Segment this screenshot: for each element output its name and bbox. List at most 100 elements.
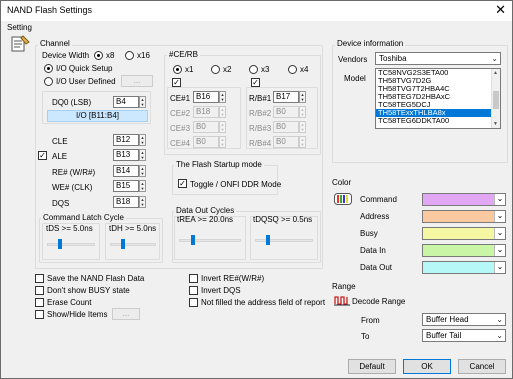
vendors-label: Vendors bbox=[338, 55, 368, 64]
rb3-label: R/B#3 bbox=[249, 124, 272, 133]
ce3-field[interactable]: B0 bbox=[193, 121, 219, 133]
chevron-down-icon: ⌄ bbox=[494, 194, 505, 205]
ce-x2-radio[interactable] bbox=[211, 65, 220, 74]
ce3-spinner[interactable]: ▲ ▼ bbox=[219, 121, 226, 133]
decode-range-icon bbox=[334, 296, 350, 306]
show-hide-items-checkbox[interactable] bbox=[35, 310, 44, 319]
not-filled-address-checkbox[interactable] bbox=[189, 298, 198, 307]
re-field[interactable]: B14 bbox=[113, 165, 139, 177]
rb-checkbox[interactable]: ✓ bbox=[251, 78, 260, 87]
ce4-spinner[interactable]: ▲ ▼ bbox=[219, 136, 226, 148]
tdqsq-slider[interactable] bbox=[266, 235, 270, 245]
range-from-combobox[interactable]: Buffer Head ⌄ bbox=[422, 313, 506, 326]
tdh-slider-track[interactable] bbox=[110, 243, 156, 246]
dont-show-busy-checkbox[interactable] bbox=[35, 286, 44, 295]
dataout-group-title: Data Out Cycles bbox=[174, 206, 237, 215]
range-to-combobox[interactable]: Buffer Tail ⌄ bbox=[422, 329, 506, 342]
range-from-label: From bbox=[361, 316, 380, 325]
tds-slider-track[interactable] bbox=[47, 243, 95, 246]
we-spinner[interactable]: ▲ ▼ bbox=[139, 180, 146, 192]
tab-setting-label: Setting bbox=[7, 23, 32, 32]
we-field[interactable]: B15 bbox=[113, 180, 139, 192]
color-palette-icon bbox=[334, 193, 352, 205]
range-from-value: Buffer Head bbox=[426, 315, 469, 324]
erase-count-checkbox[interactable] bbox=[35, 298, 44, 307]
toggle-onfi-checkbox[interactable]: ✓ bbox=[178, 179, 187, 188]
color-picker-address[interactable]: ⌄ bbox=[422, 210, 506, 223]
rb4-field[interactable]: B0 bbox=[273, 136, 299, 148]
tds-slider[interactable] bbox=[58, 239, 62, 249]
dqs-spinner[interactable]: ▲ ▼ bbox=[139, 196, 146, 208]
ce-x3-radio[interactable] bbox=[249, 65, 258, 74]
ce2-field[interactable]: B18 bbox=[193, 106, 219, 118]
cancel-button[interactable]: Cancel bbox=[458, 359, 506, 374]
rb2-field[interactable]: B0 bbox=[273, 106, 299, 118]
dqs-field[interactable]: B18 bbox=[113, 196, 139, 208]
save-nand-data-checkbox[interactable] bbox=[35, 274, 44, 283]
ce-checkbox[interactable]: ✓ bbox=[172, 78, 181, 87]
ok-button[interactable]: OK bbox=[403, 359, 451, 374]
ce4-field[interactable]: B0 bbox=[193, 136, 219, 148]
rb3-field[interactable]: B0 bbox=[273, 121, 299, 133]
trea-slider-track[interactable] bbox=[179, 239, 241, 242]
show-hide-items-label: Show/Hide Items bbox=[47, 310, 108, 319]
show-hide-items-button[interactable]: ... bbox=[112, 308, 140, 320]
io-user-defined-button[interactable]: ... bbox=[121, 75, 153, 87]
decode-range-label: Decode Range bbox=[352, 297, 406, 306]
dq0-spinner[interactable]: ▲ ▼ bbox=[139, 96, 146, 108]
ale-checkbox[interactable]: ✓ bbox=[38, 151, 47, 160]
model-list-scrollbar[interactable]: ▲ ▼ bbox=[491, 69, 500, 128]
latch-group-title: Command Latch Cycle bbox=[41, 213, 126, 222]
tdqsq-slider-track[interactable] bbox=[255, 239, 313, 242]
invert-dqs-checkbox[interactable] bbox=[189, 286, 198, 295]
rb1-spinner[interactable]: ▲ ▼ bbox=[299, 91, 306, 103]
rb4-spinner[interactable]: ▲ ▼ bbox=[299, 136, 306, 148]
ce-x2-label: x2 bbox=[223, 65, 232, 74]
ce2-spinner[interactable]: ▲ ▼ bbox=[219, 106, 226, 118]
cle-label: CLE bbox=[52, 137, 68, 146]
invert-re-checkbox[interactable] bbox=[189, 274, 198, 283]
x8-radio[interactable] bbox=[94, 51, 103, 60]
tdqsq-label: tDQSQ >= 0.5ns bbox=[253, 215, 313, 224]
ce-x1-radio[interactable] bbox=[173, 65, 182, 74]
ce1-spinner[interactable]: ▲ ▼ bbox=[219, 91, 226, 103]
cle-spinner[interactable]: ▲ ▼ bbox=[139, 134, 146, 146]
ale-spinner[interactable]: ▲ ▼ bbox=[139, 149, 146, 161]
toggle-onfi-label: Toggle / ONFI DDR Mode bbox=[190, 180, 282, 189]
ce-x4-radio[interactable] bbox=[288, 65, 297, 74]
rb3-spinner[interactable]: ▲ ▼ bbox=[299, 121, 306, 133]
color-picker-command[interactable]: ⌄ bbox=[422, 193, 506, 206]
rb2-spinner[interactable]: ▲ ▼ bbox=[299, 106, 306, 118]
nand-flash-settings-dialog: NAND Flash Settings ✕ Setting Channel De… bbox=[0, 0, 513, 379]
rb1-field[interactable]: B17 bbox=[273, 91, 299, 103]
io-quick-setup-radio[interactable] bbox=[44, 64, 53, 73]
re-spinner[interactable]: ▲ ▼ bbox=[139, 165, 146, 177]
chevron-down-icon: ⌄ bbox=[496, 331, 503, 340]
io-user-defined-radio[interactable] bbox=[44, 77, 53, 86]
model-listbox[interactable]: TC58NVG2S3ETA00 TH58TVG7D2G TH58TVG7T2HBA4… bbox=[375, 68, 501, 129]
x16-radio[interactable] bbox=[125, 51, 134, 60]
scroll-down-icon[interactable]: ▼ bbox=[493, 121, 498, 127]
ale-field[interactable]: B13 bbox=[113, 149, 139, 161]
default-button[interactable]: Default bbox=[348, 359, 396, 374]
color-picker-data-out[interactable]: ⌄ bbox=[422, 261, 506, 274]
ce1-label: CE#1 bbox=[170, 94, 191, 103]
vendors-combobox[interactable]: Toshiba ⌄ bbox=[375, 52, 501, 65]
trea-slider[interactable] bbox=[191, 235, 195, 245]
cle-field[interactable]: B12 bbox=[113, 134, 139, 146]
color-picker-busy[interactable]: ⌄ bbox=[422, 227, 506, 240]
model-list-item[interactable]: TC58TEG6DDKTA00 bbox=[376, 117, 500, 125]
color-picker-data-in[interactable]: ⌄ bbox=[422, 244, 506, 257]
invert-re-label: Invert RE#(W/R#) bbox=[201, 274, 265, 283]
ale-label: ALE bbox=[52, 152, 68, 161]
tdh-slider[interactable] bbox=[121, 239, 125, 249]
tab-setting[interactable]: Setting bbox=[5, 23, 35, 55]
ce1-field[interactable]: B16 bbox=[193, 91, 219, 103]
scroll-up-icon[interactable]: ▲ bbox=[493, 70, 498, 76]
model-list-scroll-thumb[interactable] bbox=[493, 91, 499, 109]
dq0-field[interactable]: B4 bbox=[113, 96, 139, 108]
io-range-display: I/O [B11:B4] bbox=[47, 110, 148, 122]
device-info-title: Device information bbox=[335, 39, 406, 48]
re-label: RE# (W/R#) bbox=[52, 168, 96, 177]
close-icon[interactable]: ✕ bbox=[495, 3, 506, 17]
